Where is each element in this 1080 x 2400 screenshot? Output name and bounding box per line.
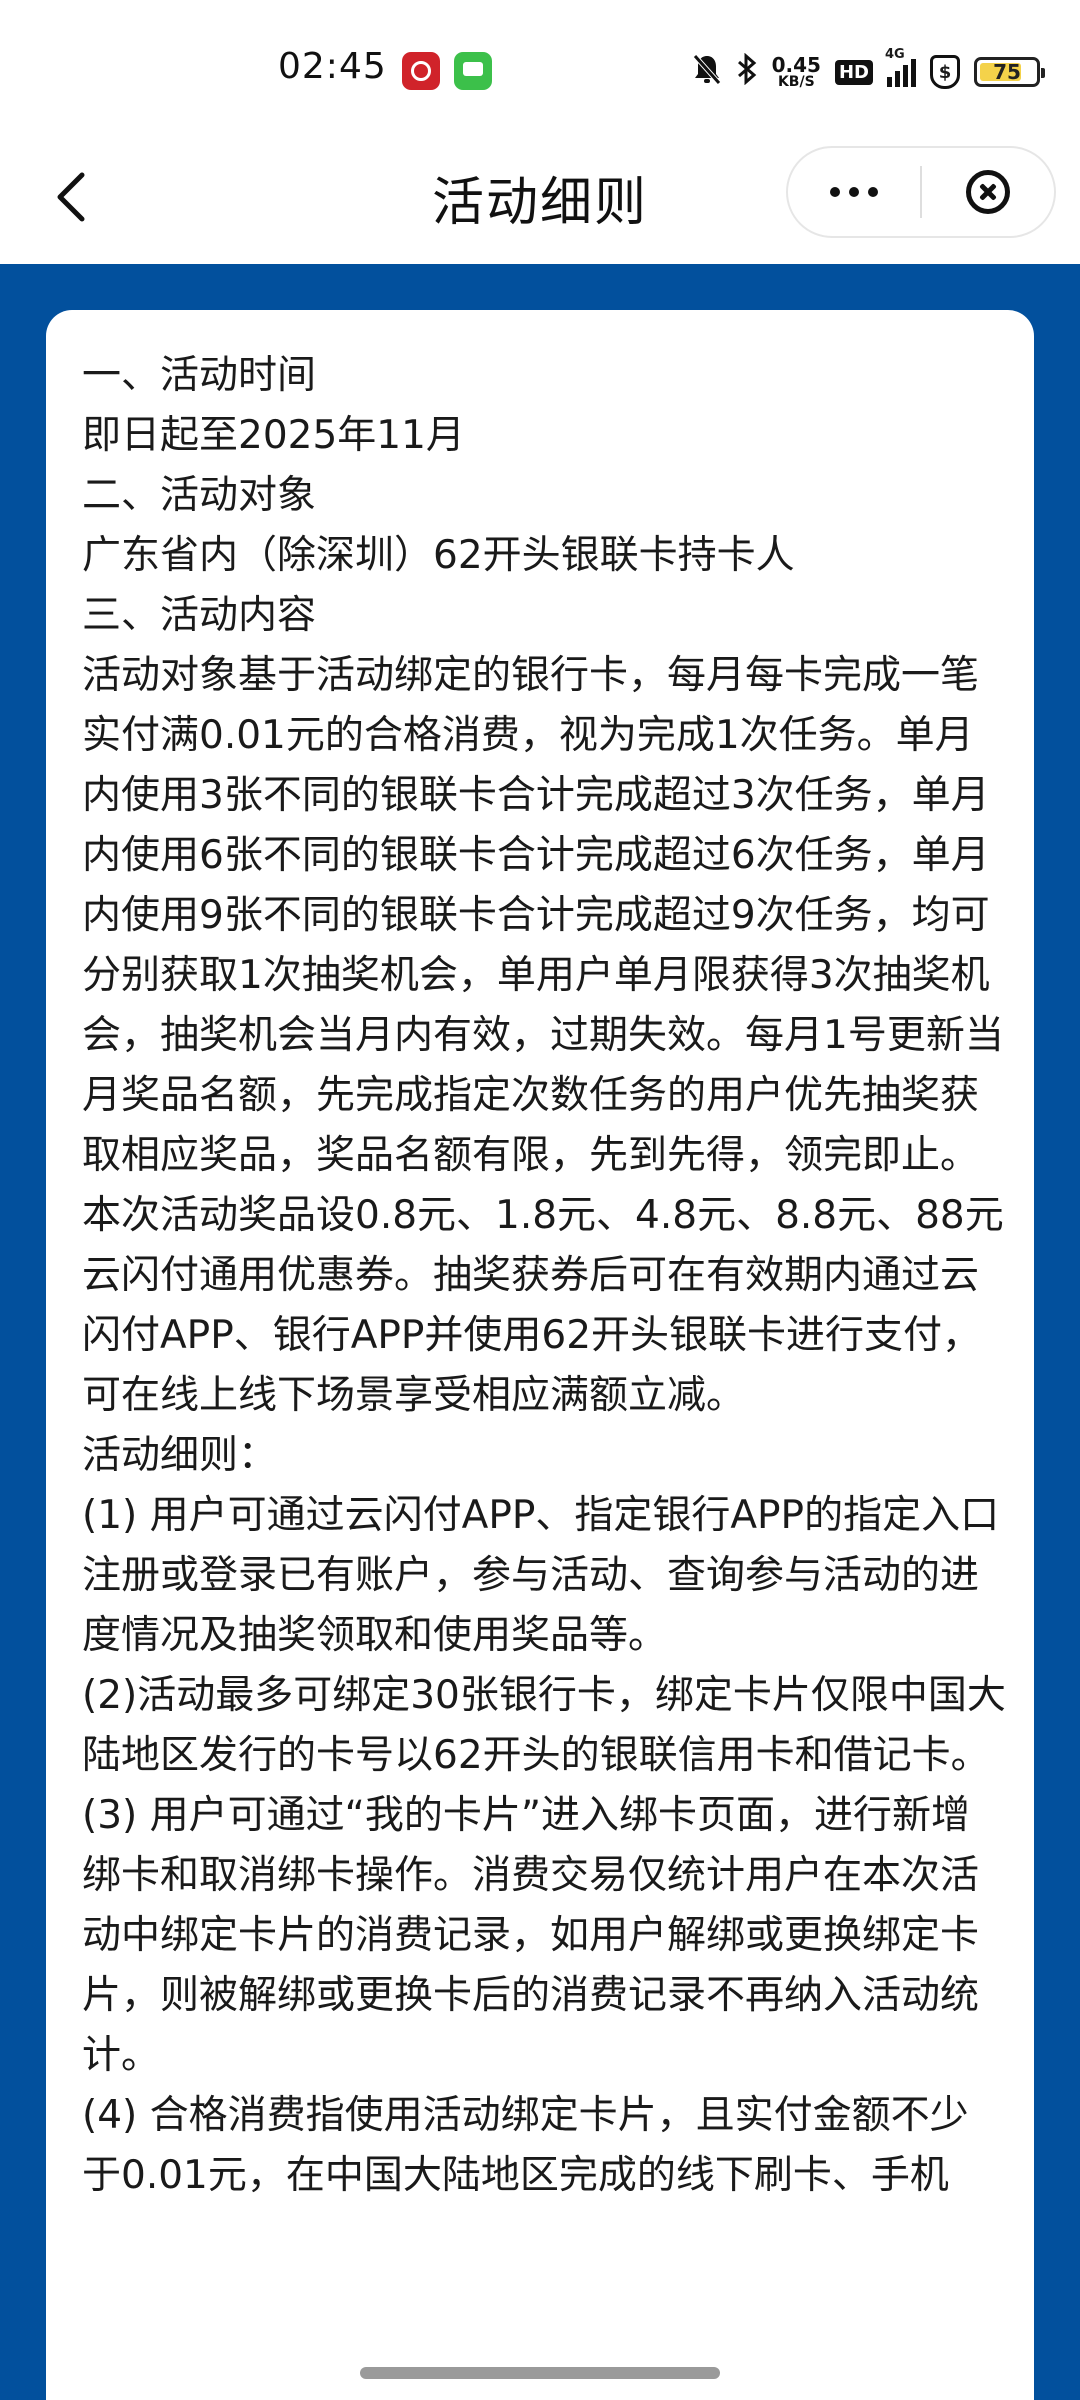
hd-badge: HD (834, 59, 873, 85)
rule-item-4: (4) 合格消费指使用活动绑定卡片，且实付金额不少于0.01元，在中国大陆地区完… (82, 2093, 969, 2198)
network-type-label: 4G (885, 47, 905, 62)
more-button[interactable] (788, 148, 920, 236)
battery-icon: 75 (974, 57, 1045, 87)
close-button[interactable] (922, 148, 1054, 236)
more-dots-icon (830, 187, 878, 197)
rule-item-2: (2)活动最多可绑定30张银行卡，绑定卡片仅限中国大陆地区发行的卡号以62开头的… (82, 1673, 1006, 1778)
shield-icon: $ (930, 55, 960, 89)
rules-subheading: 活动细则： (82, 1433, 278, 1478)
status-bar: 02:45 0.45 KB/S HD 4G $ 75 (0, 0, 1080, 140)
close-circle-icon (965, 170, 1010, 214)
mini-program-capsule (786, 146, 1056, 238)
activity-target: 广东省内（除深圳）62开头银联卡持卡人 (82, 533, 795, 578)
rules-text: 一、活动时间 即日起至2025年11月 二、活动对象 广东省内（除深圳）62开头… (82, 346, 1006, 2206)
shield-label: $ (938, 61, 952, 83)
signal-icon: 4G (885, 47, 916, 87)
rule-item-3: (3) 用户可通过“我的卡片”进入绑卡页面，进行新增绑卡和取消绑卡操作。消费交易… (82, 1793, 980, 2078)
network-speed-unit: KB/S (777, 74, 815, 90)
nav-bar: 活动细则 (0, 140, 1080, 264)
activity-content: 活动对象基于活动绑定的银行卡，每月每卡完成一笔实付满0.01元的合格消费，视为完… (82, 653, 1004, 1418)
battery-level: 75 (993, 60, 1021, 84)
home-indicator[interactable] (360, 2367, 720, 2379)
network-speed-value: 0.45 (771, 53, 821, 77)
mute-bell-icon (692, 53, 722, 91)
network-speed: 0.45 KB/S (772, 55, 821, 89)
rules-card[interactable]: 一、活动时间 即日起至2025年11月 二、活动对象 广东省内（除深圳）62开头… (46, 310, 1034, 2400)
section-heading-target: 二、活动对象 (82, 473, 317, 518)
bluetooth-icon (736, 52, 758, 91)
section-heading-time: 一、活动时间 (82, 353, 317, 398)
status-time: 02:45 (278, 46, 387, 87)
status-indicators: 0.45 KB/S HD 4G $ 75 (692, 47, 1045, 94)
message-icon (454, 52, 492, 90)
activity-time: 即日起至2025年11月 (82, 413, 465, 458)
unionpay-icon (402, 52, 440, 90)
rule-item-1: (1) 用户可通过云闪付APP、指定银行APP的指定入口注册或登录已有账户，参与… (82, 1493, 1000, 1658)
section-heading-content: 三、活动内容 (82, 593, 317, 638)
